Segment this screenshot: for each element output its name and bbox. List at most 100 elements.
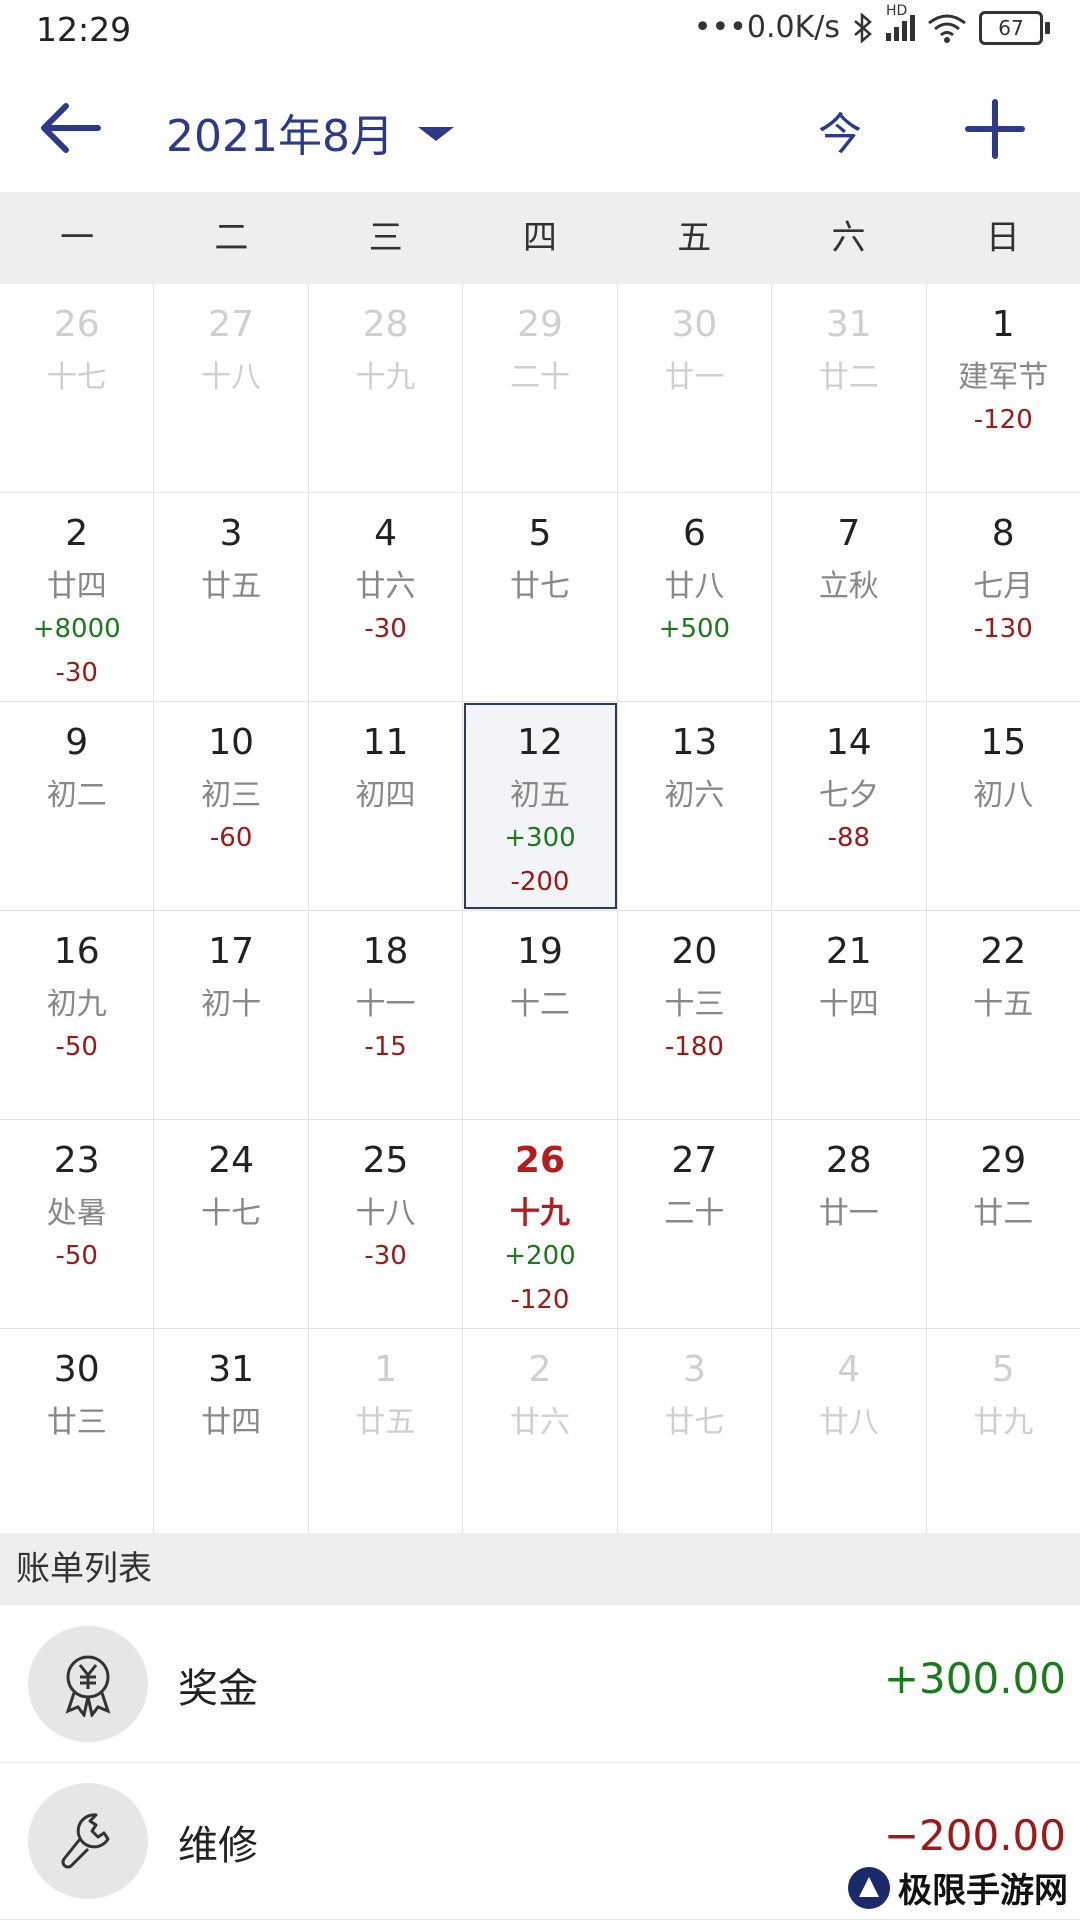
lunar-date: 廿四 [201,1405,262,1440]
weekday-label: 六 [831,218,866,258]
lunar-date: 十七 [46,360,107,395]
lunar-date: 廿七 [509,569,570,604]
calendar-day[interactable]: 8 七月 -130 [927,493,1080,701]
calendar-day[interactable]: 27 十八 [154,284,309,492]
day-number: 2 [528,1349,552,1390]
day-number: 29 [980,1140,1027,1181]
lunar-date: 初九 [46,987,107,1022]
calendar-day[interactable]: 16 初九 -50 [0,911,155,1119]
day-number: 27 [208,304,255,345]
calendar-day[interactable]: 3 廿七 [618,1329,773,1537]
day-number: 17 [208,931,255,972]
day-number: 1 [374,1349,397,1390]
add-icon[interactable] [964,98,1026,160]
day-expense: -30 [364,1241,407,1271]
calendar-day[interactable]: 11 初四 [309,702,464,910]
calendar-day[interactable]: 29 二十 [463,284,618,492]
calendar-day[interactable]: 18 十一 -15 [309,911,464,1119]
back-arrow-icon[interactable] [36,98,102,158]
day-number: 31 [825,304,872,345]
day-number: 16 [53,931,100,972]
calendar-day[interactable]: 30 廿三 [0,1329,155,1537]
calendar-day[interactable]: 6 廿八 +500 [618,493,773,701]
lunar-date: 廿一 [818,1196,879,1231]
calendar-day[interactable]: 20 十三 -180 [618,911,773,1119]
calendar-day[interactable]: 7 立秋 [772,493,927,701]
today-button[interactable]: 今 [818,98,862,162]
calendar-day[interactable]: 2 廿四 +8000 -30 [0,493,155,701]
lunar-date: 十七 [201,1196,262,1231]
calendar-day[interactable]: 13 初六 [618,702,773,910]
calendar-day[interactable]: 1 建军节 -120 [927,284,1080,492]
calendar-day[interactable]: 2 廿六 [463,1329,618,1537]
day-income: +8000 [32,614,121,644]
lunar-date: 廿二 [818,360,879,395]
calendar-day[interactable]: 27 二十 [618,1120,773,1328]
calendar-day[interactable]: 26 十七 [0,284,155,492]
day-income: +200 [504,1241,576,1271]
day-number: 15 [980,722,1027,763]
month-selector[interactable]: 2021年8月 [166,100,454,164]
lunar-date: 廿三 [46,1405,107,1440]
day-expense: -200 [510,867,570,897]
lunar-date: 初四 [355,778,416,813]
lunar-date: 廿一 [664,360,725,395]
calendar-day[interactable]: 10 初三 -60 [154,702,309,910]
lunar-date: 七夕 [818,778,879,813]
day-number: 22 [980,931,1027,972]
day-number: 20 [671,931,718,972]
day-number: 3 [682,1349,706,1390]
calendar-day[interactable]: 5 廿九 [927,1329,1080,1537]
calendar-day[interactable]: 23 处暑 -50 [0,1120,155,1328]
lunar-date: 十五 [973,987,1034,1022]
lunar-date: 初三 [201,778,262,813]
calendar-day[interactable]: 21 十四 [772,911,927,1119]
weekday-label: 五 [677,218,712,258]
day-number: 28 [362,304,409,345]
calendar-day[interactable]: 5 廿七 [463,493,618,701]
calendar-day[interactable]: 28 廿一 [772,1120,927,1328]
lunar-date: 立秋 [818,569,879,604]
calendar-day[interactable]: 22 十五 [927,911,1080,1119]
calendar-day-selected[interactable]: 12 初五 +300 -200 [463,702,618,910]
lunar-date: 初二 [46,778,107,813]
day-number: 12 [517,722,563,763]
lunar-date: 十四 [818,987,879,1022]
calendar-day[interactable]: 14 七夕 -88 [772,702,927,910]
calendar-day[interactable]: 15 初八 [927,702,1080,910]
lunar-date: 十八 [355,1196,416,1231]
day-number: 26 [53,304,100,345]
calendar-day[interactable]: 1 廿五 [309,1329,464,1537]
day-number: 24 [208,1140,255,1181]
calendar-day[interactable]: 17 初十 [154,911,309,1119]
day-number: 7 [837,513,861,554]
weekday-label: 四 [522,218,557,258]
lunar-date: 廿八 [664,569,725,604]
day-expense: -50 [55,1241,98,1271]
wifi-icon [928,14,966,43]
calendar-day[interactable]: 31 廿四 [154,1329,309,1537]
calendar-week-row: 16 初九 -50 17 初十 18 十一 -15 19 十二 20 十三 -180 21 十四 22 十五 [0,911,1080,1120]
calendar-day[interactable]: 31 廿二 [772,284,927,492]
lunar-date: 初十 [201,987,262,1022]
calendar-day[interactable]: 28 十九 [309,284,464,492]
calendar-day-today[interactable]: 26 十九 +200 -120 [463,1120,618,1328]
wrench-icon [28,1783,148,1899]
calendar-day[interactable]: 4 廿八 [772,1329,927,1537]
calendar-day[interactable]: 19 十二 [463,911,618,1119]
calendar-day[interactable]: 25 十八 -30 [309,1120,464,1328]
bill-list-title: 账单列表 [0,1533,1080,1605]
calendar-day[interactable]: 4 廿六 -30 [309,493,464,701]
day-number: 11 [362,722,409,763]
calendar-day[interactable]: 30 廿一 [618,284,773,492]
calendar-day[interactable]: 9 初二 [0,702,155,910]
calendar-day[interactable]: 24 十七 [154,1120,309,1328]
bill-item[interactable]: 奖金 +300.00 [0,1606,1080,1763]
day-number: 21 [825,931,872,972]
calendar-day[interactable]: 3 廿五 [154,493,309,701]
calendar-day[interactable]: 29 廿二 [927,1120,1080,1328]
lunar-date: 七月 [973,569,1034,604]
calendar-week-row: 30 廿三 31 廿四 1 廿五 2 廿六 3 廿七 4 廿八 5 廿九 [0,1329,1080,1538]
bill-category: 奖金 [178,1666,258,1712]
lunar-date: 十九 [355,360,416,395]
